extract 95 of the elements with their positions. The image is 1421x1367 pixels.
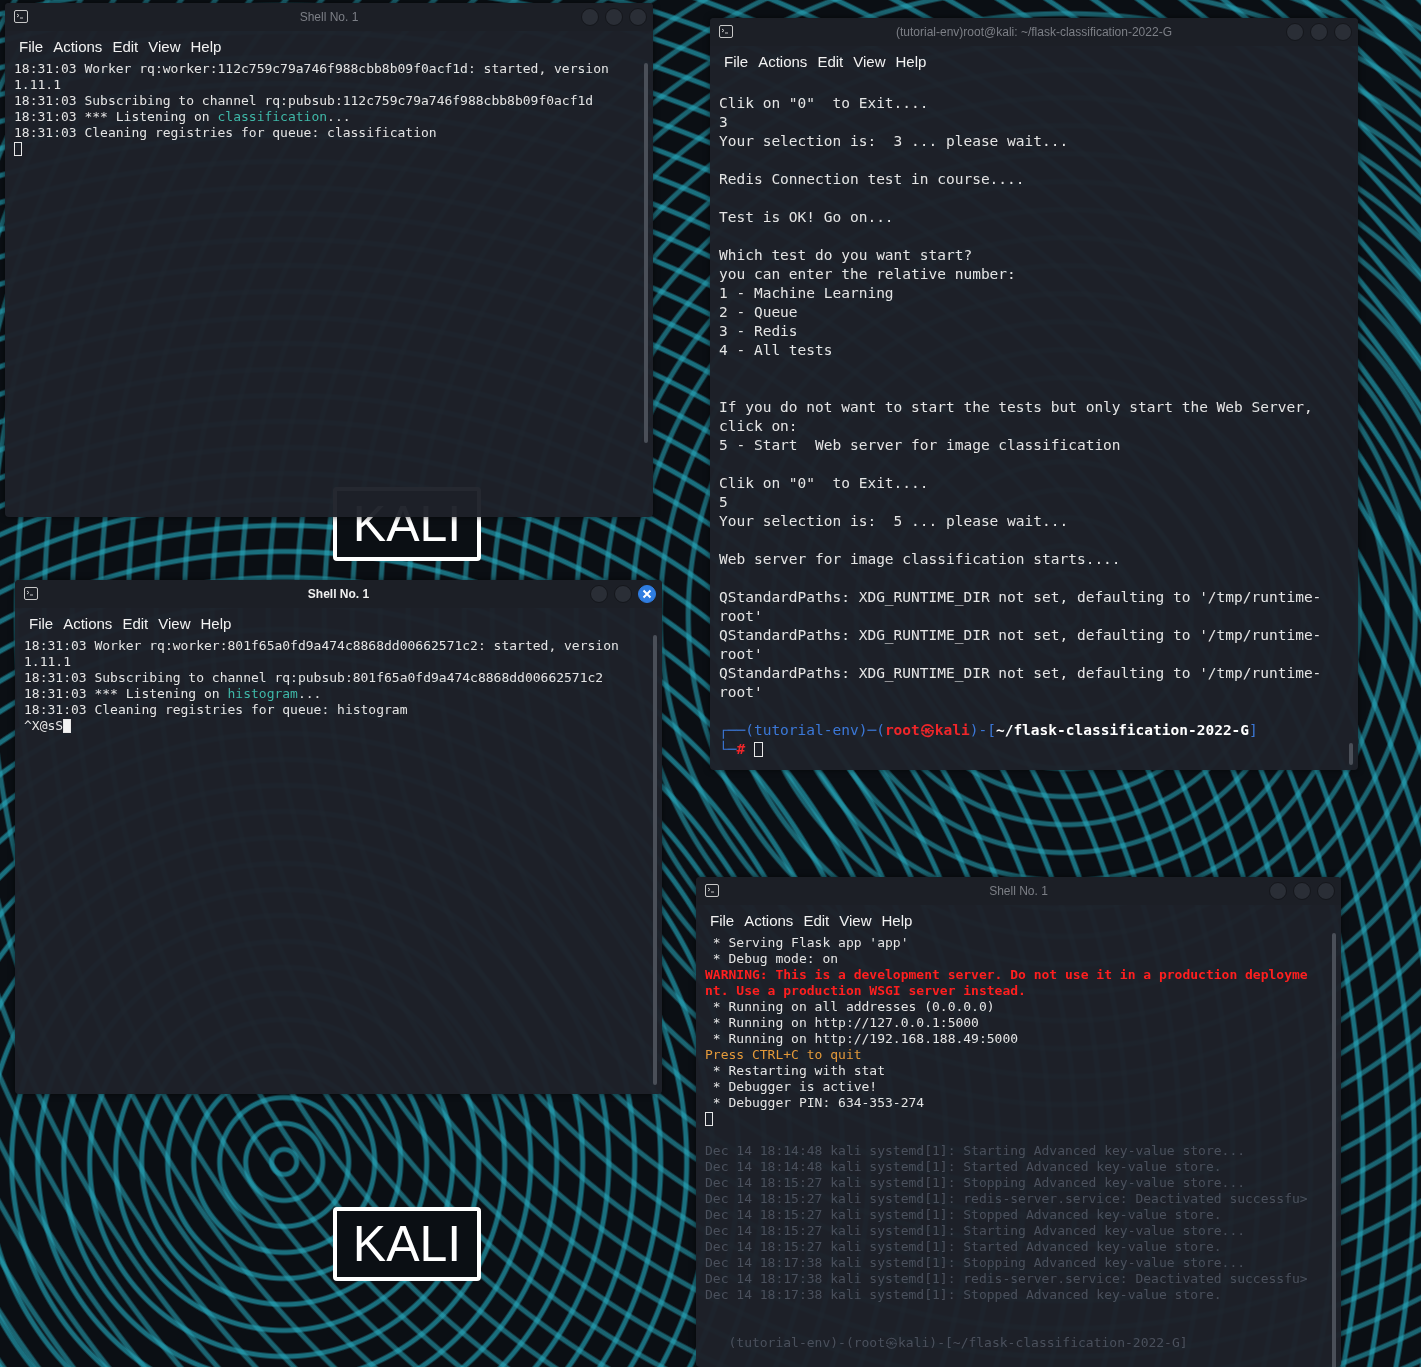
terminal-line: * Running on all addresses (0.0.0.0) [711,999,996,1015]
terminal-line: Redis Connection test in course.... [719,170,1026,189]
menu-item[interactable]: Edit [812,52,849,70]
minimize-button[interactable] [590,585,608,603]
menu-item[interactable]: Help [890,52,932,70]
terminal-line: 18:31:03 Worker rq:worker:112c759c79a746f988cbb8b09f0acf1d: started, version [14,61,610,77]
terminal-line: root' [719,683,764,702]
menu-item[interactable]: Edit [117,614,154,632]
terminal-line: * Debug mode: on [711,951,840,967]
maximize-button[interactable] [1310,23,1328,41]
menu-item[interactable]: File [14,37,49,55]
terminal-line: 18:31:03 Cleaning registries for queue: classification [14,125,438,141]
terminal-line: 1.11.1 [24,654,72,670]
window-title: Shell No. 1 [307,587,370,601]
terminal-line: Which test do you want start? [719,246,974,265]
menu-item[interactable]: File [24,614,59,632]
scrollbar[interactable] [644,63,648,443]
terminal-line: 5 - Start Web server for image classification [719,436,1122,455]
terminal-line: nt. Use a production WSGI server instead. [705,983,1027,999]
scrollbar[interactable] [653,635,657,1085]
menu-item[interactable]: Edit [798,911,835,929]
terminal-line: root' [719,607,764,626]
terminal-line: 18:31:03 Subscribing to channel rq:pubsub:801f65a0fd9a474c8868dd00662571c2 [24,670,605,686]
menu-item[interactable]: File [705,911,740,929]
terminal-line: Clik on "0" to Exit.... [719,474,930,493]
minimize-button[interactable] [1269,882,1287,900]
terminal-icon [24,587,38,600]
terminal-line: 18:31:03 Worker rq:worker:801f65a0fd9a474c8868dd00662571c2: started, version [24,638,620,654]
terminal-line: * Running on http://192.168.188.49:5000 [711,1031,1020,1047]
maximize-button[interactable] [614,585,632,603]
window-title: Shell No. 1 [299,10,359,24]
terminal-icon [719,25,733,38]
maximize-button[interactable] [605,8,623,26]
text-cursor [753,741,763,757]
terminal-line: you can enter the relative number: [719,265,1017,284]
terminal-line: * Debugger is active! [711,1079,879,1095]
terminal-line: Web server for image classification starts.... [719,550,1122,569]
terminal-line: 1 - Machine Learning [719,284,895,303]
terminal-line: 18:31:03 *** Listening on histogram... [24,686,323,702]
scrollbar[interactable] [1349,743,1353,765]
terminal-line: 4 - All tests [719,341,834,360]
menu-item[interactable]: Actions [58,614,118,632]
terminal-line: Test is OK! Go on... [719,208,895,227]
terminal-line: 1.11.1 [14,77,62,93]
close-button[interactable] [638,585,656,603]
minimize-button[interactable] [581,8,599,26]
window-title: (tutorial-env)root@kali: ~/flask-classification-2022-G [896,25,1172,39]
terminal-line: QStandardPaths: XDG_RUNTIME_DIR not set, defaulting to '/tmp/runtime- [719,626,1323,645]
terminal-line: QStandardPaths: XDG_RUNTIME_DIR not set, defaulting to '/tmp/runtime- [719,588,1323,607]
terminal-line: 18:31:03 *** Listening on classification... [14,109,352,125]
window-title: Shell No. 1 [989,884,1048,898]
terminal-icon [14,10,28,23]
terminal-line: If you do not want to start the tests but only start the Web Server, [719,398,1314,417]
menu-item[interactable]: File [719,52,754,70]
terminal-line: Your selection is: 5 ... please wait... [719,512,1070,531]
menu-item[interactable]: Actions [48,37,108,55]
terminal-line: Press CTRL+C to quit [705,1047,863,1063]
terminal-line: 18:31:03 Subscribing to channel rq:pubsub:112c759c79a746f988cbb8b09f0acf1d [14,93,595,109]
menu-item[interactable]: View [834,911,877,929]
terminal-line: 5 [719,493,729,512]
menu-item[interactable]: Help [185,37,227,55]
terminal-line: 3 [719,113,729,132]
menu-item[interactable]: View [143,37,186,55]
terminal-line: └─# [719,741,747,757]
close-icon [642,589,652,599]
terminal-line: * Restarting with stat [711,1063,886,1079]
terminal-line: WARNING: This is a development server. Do not use it in a production deployme [705,967,1309,983]
terminal-line: root' [719,645,764,664]
maximize-button[interactable] [1293,882,1311,900]
menu-item[interactable]: View [848,52,891,70]
terminal-icon [705,884,719,897]
text-cursor [63,718,71,733]
terminal-line: 18:31:03 Cleaning registries for queue: histogram [24,702,409,718]
terminal-line: 3 - Redis [719,322,799,341]
terminal-line: QStandardPaths: XDG_RUNTIME_DIR not set, defaulting to '/tmp/runtime- [719,664,1323,683]
terminal-line: click on: [719,417,799,436]
menu-item[interactable]: Help [195,614,237,632]
terminal-line: Clik on "0" to Exit.... [719,94,930,113]
terminal-line: ^X@sS [24,718,64,733]
terminal-line: Your selection is: 3 ... please wait... [719,132,1070,151]
logo: KALI [333,1207,481,1281]
minimize-button[interactable] [1286,23,1304,41]
terminal-line: * Debugger PIN: 634-353-274 [711,1095,926,1111]
menu-item[interactable]: View [153,614,196,632]
terminal-line: * Running on http://127.0.0.1:5000 [711,1015,980,1031]
scrollbar[interactable] [1332,933,1336,1367]
menu-item[interactable]: Help [876,911,918,929]
terminal-line: ┌──(tutorial-env)─(root㉿kali)-[~/flask-classification-2022-G] [719,721,1259,740]
terminal-line: 2 - Queue [719,303,799,322]
menu-item[interactable]: Actions [753,52,813,70]
menu-item[interactable]: Edit [107,37,144,55]
terminal-line: * Serving Flask app 'app' [711,935,910,951]
text-cursor [705,1111,713,1126]
menu-item[interactable]: Actions [739,911,799,929]
text-cursor [14,141,22,156]
